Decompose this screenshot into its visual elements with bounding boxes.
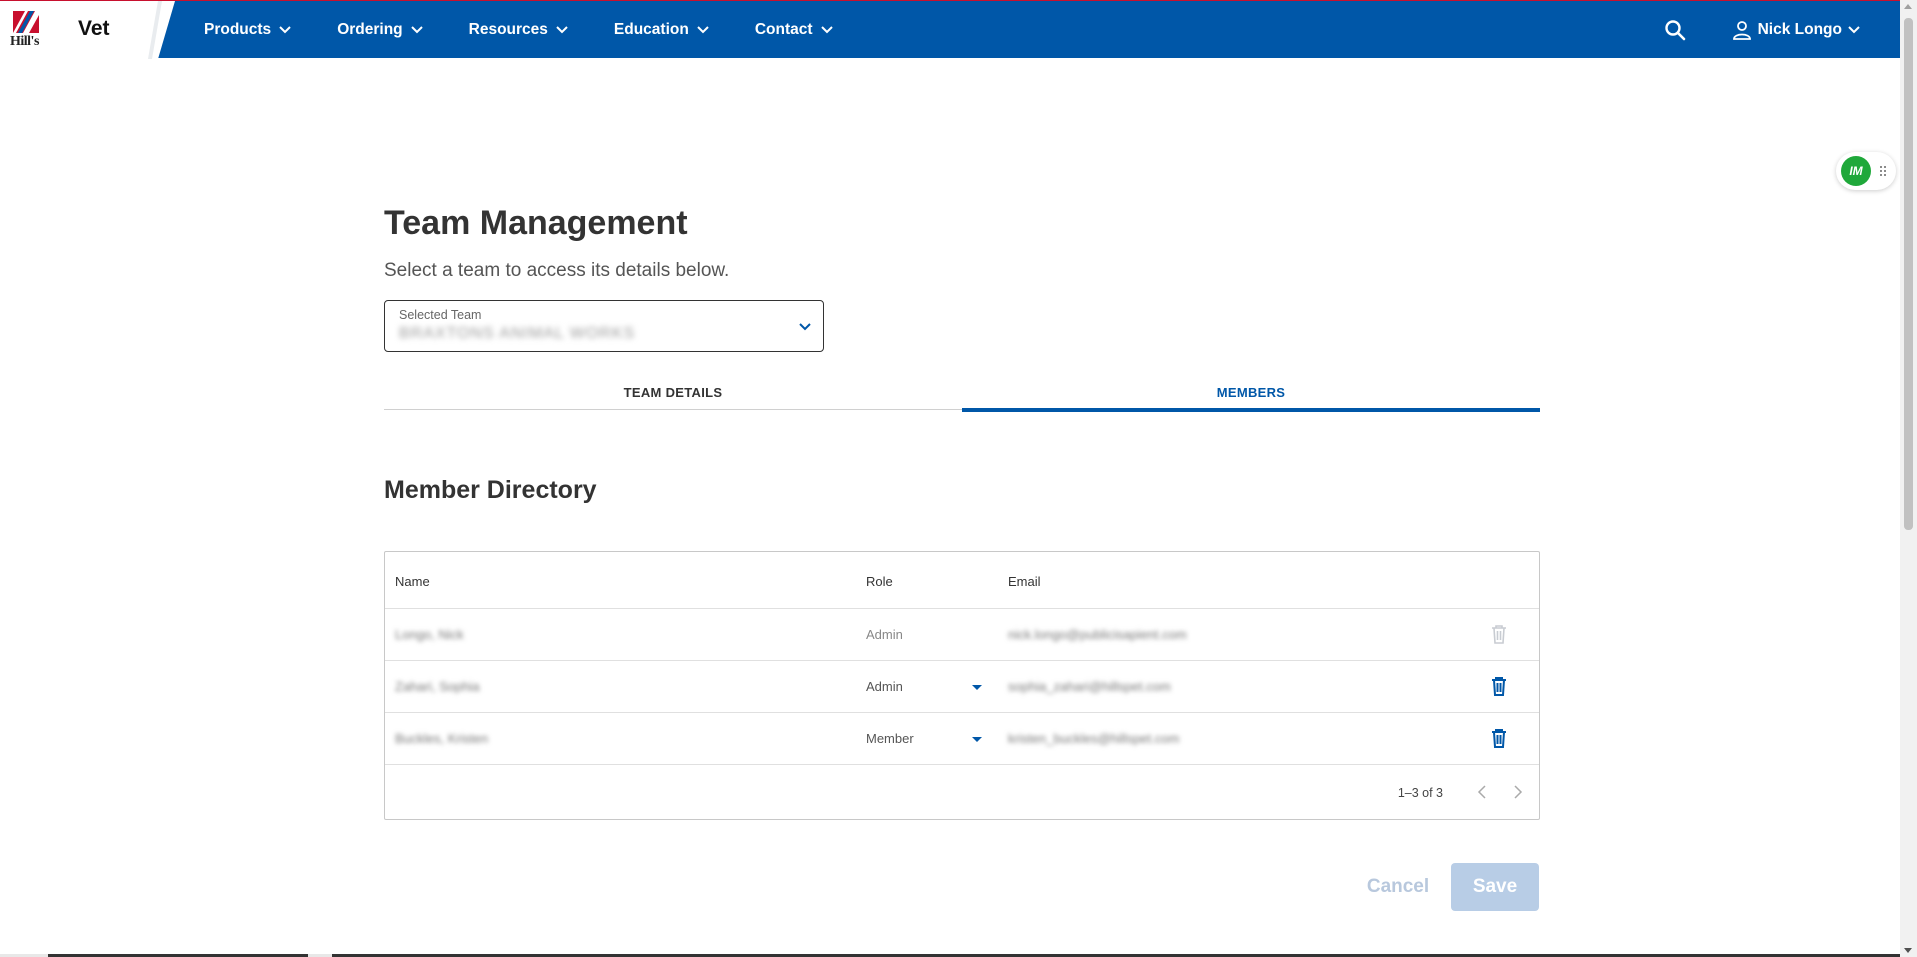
- hills-logo[interactable]: Hill's: [9, 9, 45, 51]
- top-navbar: Hill's Vet Products Ordering Resources E…: [0, 0, 1900, 59]
- member-name: Buckles, Kristen: [395, 731, 489, 746]
- chevron-down-icon: [279, 26, 291, 34]
- member-role-select[interactable]: Admin: [866, 679, 903, 694]
- column-header-email[interactable]: Email: [1008, 574, 1041, 589]
- tab-team-details[interactable]: TEAM DETAILS: [384, 374, 962, 410]
- chevron-down-icon: [820, 26, 833, 34]
- nav-resources[interactable]: Resources: [469, 21, 568, 39]
- member-email: sophia_zahari@hillspet.com: [1008, 679, 1171, 694]
- user-menu-button[interactable]: Nick Longo: [1732, 20, 1860, 40]
- page-subtitle: Select a team to access its details belo…: [384, 260, 730, 281]
- member-table: Name Role Email Longo, Nick Admin nick.l…: [384, 551, 1540, 820]
- nav-label: Ordering: [337, 21, 403, 38]
- caret-down-icon[interactable]: [972, 737, 982, 742]
- team-select-value: BRAXTONS ANIMAL WORKS: [399, 325, 636, 342]
- user-icon: [1732, 21, 1751, 40]
- brand-area[interactable]: Hill's Vet: [0, 1, 175, 59]
- member-name: Longo, Nick: [395, 627, 464, 642]
- caret-down-icon[interactable]: [972, 685, 982, 690]
- member-email: nick.longo@publicisapient.com: [1008, 627, 1187, 642]
- column-header-name[interactable]: Name: [395, 574, 430, 589]
- member-role-select[interactable]: Member: [866, 731, 914, 746]
- table-row: Buckles, Kristen Member kristen_buckles@…: [385, 713, 1539, 765]
- page-scrollbar[interactable]: [1900, 0, 1917, 957]
- drag-handle-icon[interactable]: [1879, 165, 1887, 177]
- floating-assistant-widget[interactable]: IM: [1836, 152, 1896, 190]
- section-title: Member Directory: [384, 476, 597, 504]
- column-header-role[interactable]: Role: [866, 574, 893, 589]
- logo-text: Hill's: [10, 34, 39, 49]
- chevron-down-icon: [799, 323, 811, 331]
- nav-label: Education: [613, 21, 689, 38]
- page-title: Team Management: [384, 204, 688, 242]
- member-role: Admin: [866, 627, 903, 642]
- table-row: Zahari, Sophia Admin sophia_zahari@hills…: [385, 661, 1539, 713]
- scroll-thumb[interactable]: [1904, 18, 1913, 530]
- team-select[interactable]: Selected Team BRAXTONS ANIMAL WORKS: [384, 300, 824, 352]
- nav-contact[interactable]: Contact: [755, 21, 833, 39]
- trash-icon: [1492, 625, 1506, 644]
- main-nav: Products Ordering Resources Education Co…: [204, 1, 879, 59]
- search-icon[interactable]: [1664, 19, 1686, 41]
- nav-education[interactable]: Education: [614, 21, 709, 39]
- chevron-left-icon[interactable]: [1477, 785, 1487, 799]
- nav-label: Contact: [754, 21, 813, 38]
- chevron-down-icon: [697, 26, 709, 34]
- table-row: Longo, Nick Admin nick.longo@publicisapi…: [385, 609, 1539, 661]
- trash-icon[interactable]: [1489, 727, 1509, 749]
- scroll-down-arrow-icon[interactable]: [1904, 948, 1912, 953]
- chevron-right-icon[interactable]: [1513, 785, 1523, 799]
- user-name: Nick Longo: [1757, 21, 1842, 38]
- member-name: Zahari, Sophia: [395, 679, 480, 694]
- nav-label: Resources: [468, 21, 548, 38]
- chevron-down-icon: [410, 26, 423, 34]
- trash-icon[interactable]: [1489, 675, 1509, 697]
- nav-products[interactable]: Products: [204, 21, 291, 39]
- chevron-down-icon: [556, 26, 568, 34]
- table-header: Name Role Email: [385, 552, 1539, 609]
- brand-title: Vet: [78, 17, 110, 40]
- team-tabs: TEAM DETAILS MEMBERS: [384, 374, 1540, 412]
- team-select-label: Selected Team: [399, 308, 482, 322]
- nav-ordering[interactable]: Ordering: [337, 21, 423, 39]
- scroll-up-arrow-icon[interactable]: [1904, 4, 1912, 9]
- tab-members[interactable]: MEMBERS: [962, 374, 1540, 412]
- cancel-button[interactable]: Cancel: [1358, 872, 1438, 902]
- pagination-range: 1–3 of 3: [1397, 786, 1443, 800]
- nav-label: Products: [204, 21, 272, 38]
- table-pagination: 1–3 of 3: [385, 767, 1539, 819]
- save-button[interactable]: Save: [1451, 863, 1539, 911]
- chevron-down-icon: [1848, 26, 1860, 34]
- member-email: kristen_buckles@hillspet.com: [1008, 731, 1180, 746]
- nav-right: Nick Longo: [1664, 1, 1860, 59]
- hills-logo-icon: [13, 11, 39, 33]
- widget-badge[interactable]: IM: [1841, 156, 1871, 186]
